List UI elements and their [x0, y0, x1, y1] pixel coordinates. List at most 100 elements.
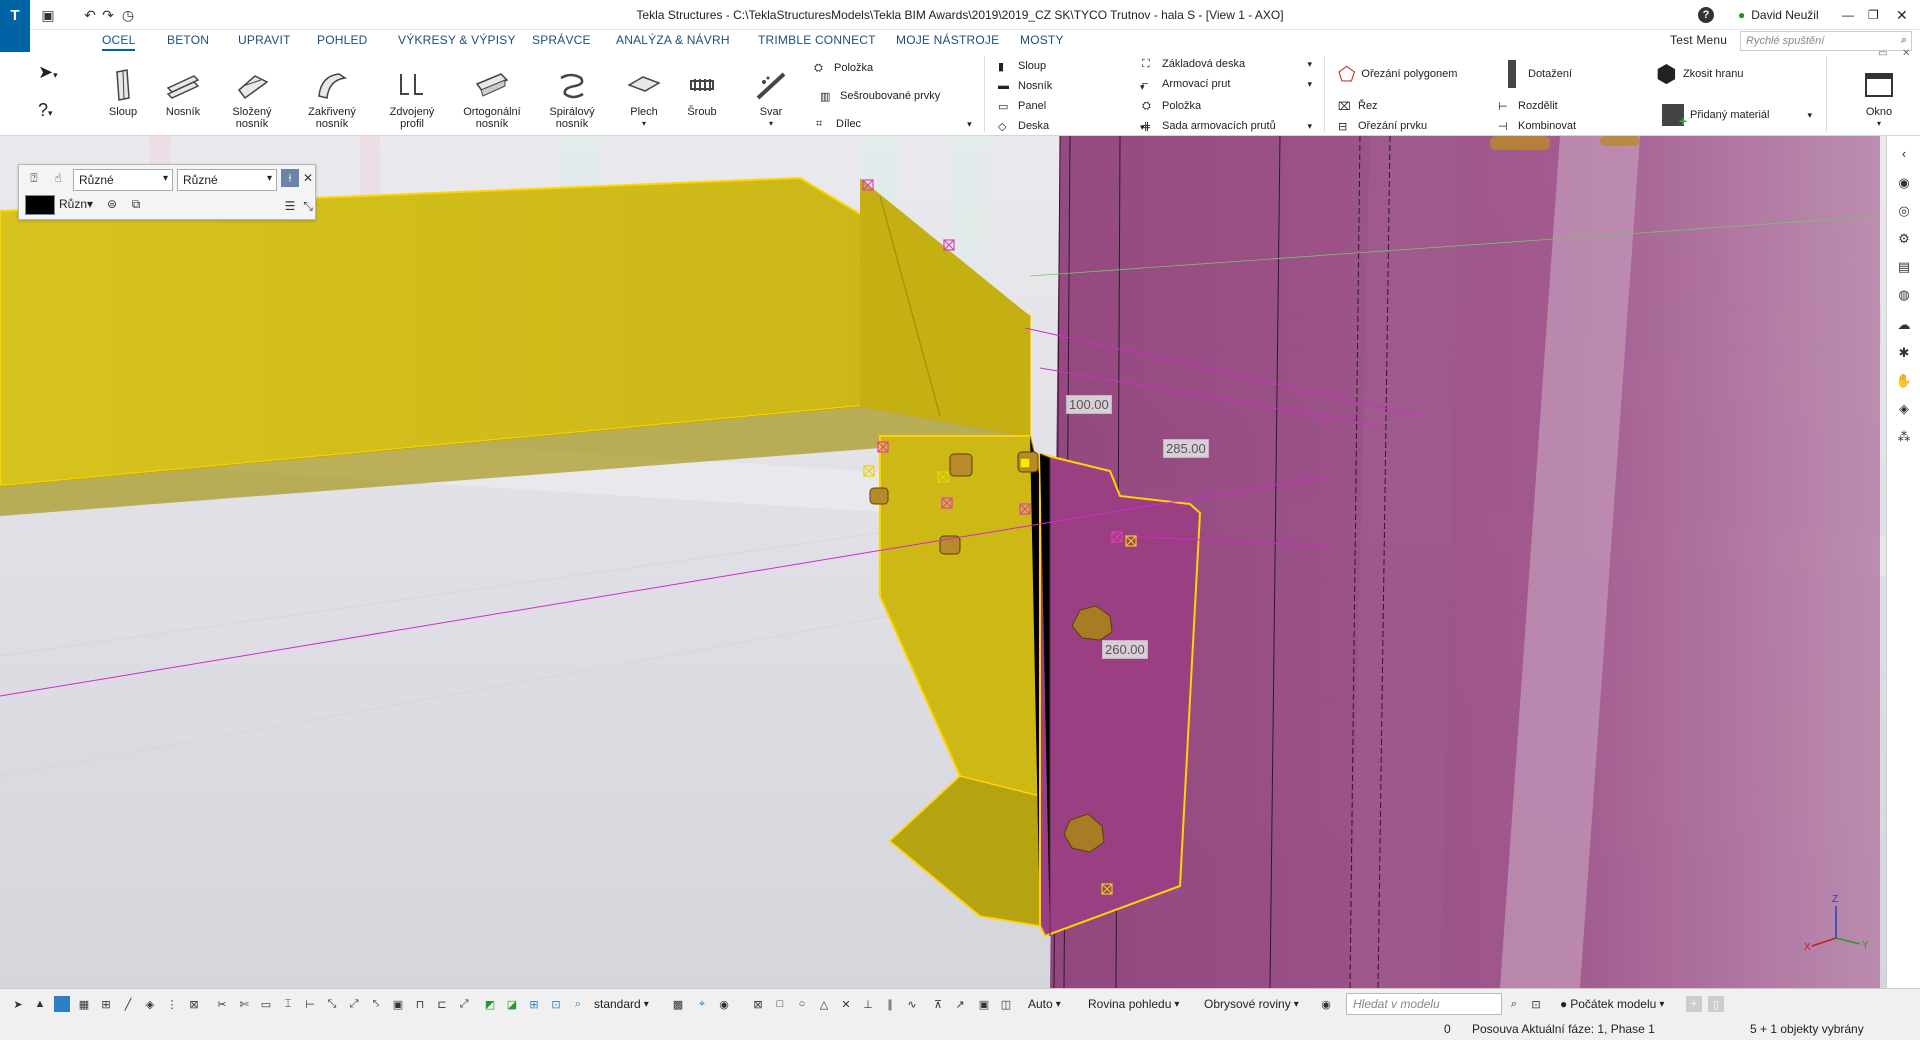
close-icon[interactable]: ✕ [299, 169, 317, 187]
tab-moje-nastroje[interactable]: MOJE NÁSTROJE [896, 33, 999, 47]
select-arrow-icon[interactable]: ➤ [10, 996, 26, 1012]
snap-cross-icon[interactable]: ✕ [838, 996, 854, 1012]
snap-point-icon[interactable]: ⌕ [570, 996, 586, 1012]
filter-pattern-icon[interactable]: ▩ [670, 996, 686, 1012]
snap-triangle-icon[interactable]: △ [816, 996, 832, 1012]
rebar-button[interactable]: ⌐ Armovací prut ▾ [1142, 76, 1312, 92]
plate-button[interactable]: Plech ▾ [620, 52, 668, 136]
concrete-slab-button[interactable]: ◇ Deska [998, 118, 1049, 134]
select-scissors-icon[interactable]: ✄ [236, 996, 252, 1012]
cube-icon[interactable]: ◈ [1895, 400, 1913, 418]
snap-intersection-icon[interactable]: ⊡ [548, 996, 564, 1012]
orthogonal-beam-button[interactable]: Ortogonální nosník [460, 52, 524, 136]
plane-select[interactable]: Rovina pohledu [1088, 994, 1179, 1014]
snap-outline-icon[interactable]: ◫ [998, 996, 1014, 1012]
snap-circle-icon[interactable]: ○ [794, 996, 810, 1012]
tab-upravit[interactable]: UPRAVIT [238, 33, 291, 47]
concrete-dropdown-icon[interactable]: ▾ [1140, 82, 1145, 93]
tab-analyza[interactable]: ANALÝZA & NÁVRH [616, 33, 730, 47]
inquire-tool[interactable]: ?▾ [38, 100, 53, 121]
select-fitting-icon[interactable]: ⤡ [324, 996, 340, 1012]
help-icon[interactable]: ⍰ [25, 169, 43, 187]
polygon-cut-button[interactable]: ⬠ Ořezání polygonem [1338, 62, 1457, 86]
wireframe-icon[interactable]: ⧉ [127, 195, 145, 213]
filter-select-2[interactable]: Různé [177, 169, 277, 191]
settings-icon[interactable]: ✱ [1895, 344, 1913, 362]
tab-beton[interactable]: BETON [167, 33, 209, 47]
pad-footing-dropdown-icon[interactable]: ▾ [1307, 59, 1312, 70]
minimize-button[interactable]: — [1842, 4, 1854, 26]
select-diagonal-icon[interactable]: ⤢ [456, 996, 472, 1012]
dimension-285[interactable]: 285.00 [1163, 439, 1209, 458]
tab-vykresy[interactable]: VÝKRESY & VÝPISY [398, 33, 516, 47]
cut-button[interactable]: ⌧ Řez [1338, 98, 1378, 114]
dimension-100[interactable]: 100.00 [1066, 395, 1112, 414]
model-view-3d[interactable]: Z X Y 100.00 285.00 260.00 [0, 136, 1886, 988]
pin-icon[interactable]: ⍿ [281, 169, 299, 187]
twin-profile-button[interactable]: Zdvojený profil [382, 52, 442, 136]
visibility-eye-icon[interactable]: ◉ [716, 996, 732, 1012]
globe-icon[interactable]: ◍ [1895, 286, 1913, 304]
color-select[interactable]: Různ▾ [59, 197, 93, 211]
assembly-button[interactable]: ⌗ Dílec ▾ [816, 116, 972, 132]
snap-perpendicular-icon[interactable]: ⊥ [860, 996, 876, 1012]
plate-dropdown-icon[interactable]: ▾ [642, 118, 646, 130]
collapse-chevron-icon[interactable]: ‹ [1895, 144, 1913, 162]
snap-box-icon[interactable]: ⊠ [750, 996, 766, 1012]
undo-icon[interactable]: ↶ [80, 5, 100, 25]
column-button[interactable]: Sloup [100, 52, 146, 136]
model-search-input[interactable]: Hledat v modelu [1346, 993, 1502, 1015]
polybeam-button[interactable]: Složený nosník [222, 52, 282, 136]
pick-cursor-icon[interactable]: ⌖ [694, 996, 710, 1012]
concrete-column-button[interactable]: ▮ Sloup [998, 58, 1046, 74]
beam-button[interactable]: Nosník [158, 52, 208, 136]
select-end-icon[interactable]: ⊢ [302, 996, 318, 1012]
bolt-button[interactable]: Šroub [680, 52, 724, 136]
select-cut-icon[interactable]: ✂ [214, 996, 230, 1012]
snap-free-icon[interactable]: ↗ [952, 996, 968, 1012]
outline-planes-select[interactable]: Obrysové roviny [1204, 994, 1299, 1014]
snap-reference-icon[interactable]: ◩ [482, 996, 498, 1012]
select-assembly-icon[interactable]: ⊞ [98, 996, 114, 1012]
split-button[interactable]: ⊢ Rozdělit [1498, 98, 1558, 114]
display-icon[interactable]: ⊜ [103, 195, 121, 213]
planes-eye-icon[interactable]: ◉ [1318, 996, 1334, 1012]
steel-item-button[interactable]: ⛭ Položka [814, 60, 873, 76]
end-plate[interactable] [1039, 452, 1202, 938]
model-search-icon[interactable]: ⌕ [1506, 996, 1522, 1012]
history-icon[interactable]: ◷ [118, 5, 138, 25]
weld-dropdown-icon[interactable]: ▾ [769, 118, 773, 130]
filter-select-1[interactable]: Různé [73, 169, 173, 191]
select-weld-icon[interactable]: ⊠ [186, 996, 202, 1012]
tekla-logo-icon[interactable]: T [0, 0, 30, 30]
select-rebar-icon[interactable]: ⊏ [434, 996, 450, 1012]
curved-beam-button[interactable]: Zakřivený nosník [302, 52, 362, 136]
hand-pointer-icon[interactable]: ☝ [49, 169, 67, 187]
tab-pohled[interactable]: POHLED [317, 33, 368, 47]
snap-parallel-icon[interactable]: ∥ [882, 996, 898, 1012]
spiral-beam-button[interactable]: Spirálový nosník [544, 52, 600, 136]
catalog-icon[interactable]: ◉ [1895, 174, 1913, 192]
close-button[interactable]: ✕ [1896, 4, 1908, 26]
tab-mosty[interactable]: MOSTY [1020, 33, 1064, 47]
ribbon-close-icon[interactable]: ✕ [1902, 48, 1910, 59]
concrete-panel-button[interactable]: ▭ Panel [998, 98, 1046, 114]
concrete-item-button[interactable]: ⛭ Položka [1142, 98, 1312, 114]
add-origin-icon[interactable]: + [1686, 996, 1702, 1012]
weld-button[interactable]: Svar ▾ [748, 52, 794, 136]
search-options-icon[interactable]: ⊡ [1528, 996, 1544, 1012]
save-icon[interactable]: ▣ [38, 5, 58, 25]
snap-midpoint-icon[interactable]: ⊼ [930, 996, 946, 1012]
rebar-set-button[interactable]: ⋕ Sada armovacích prutů ▾ [1142, 118, 1312, 134]
select-plane-icon[interactable]: ▭ [258, 996, 274, 1012]
select-detail-icon[interactable]: ⤣ [368, 996, 384, 1012]
tab-spravce[interactable]: SPRÁVCE [532, 33, 591, 47]
chamfer-button[interactable]: ⬢ Zkosit hranu [1656, 60, 1743, 88]
select-object-icon[interactable]: ◈ [142, 996, 158, 1012]
origin-select[interactable]: ● Počátek modelu [1560, 994, 1664, 1014]
select-component-icon[interactable]: ▲ [32, 996, 48, 1012]
user-menu[interactable]: ● David Neužil [1738, 4, 1819, 26]
extend-button[interactable]: Dotažení [1508, 60, 1572, 88]
combine-button[interactable]: ⊣ Kombinovat [1498, 118, 1576, 134]
select-tool[interactable]: ➤▾ [38, 62, 58, 83]
